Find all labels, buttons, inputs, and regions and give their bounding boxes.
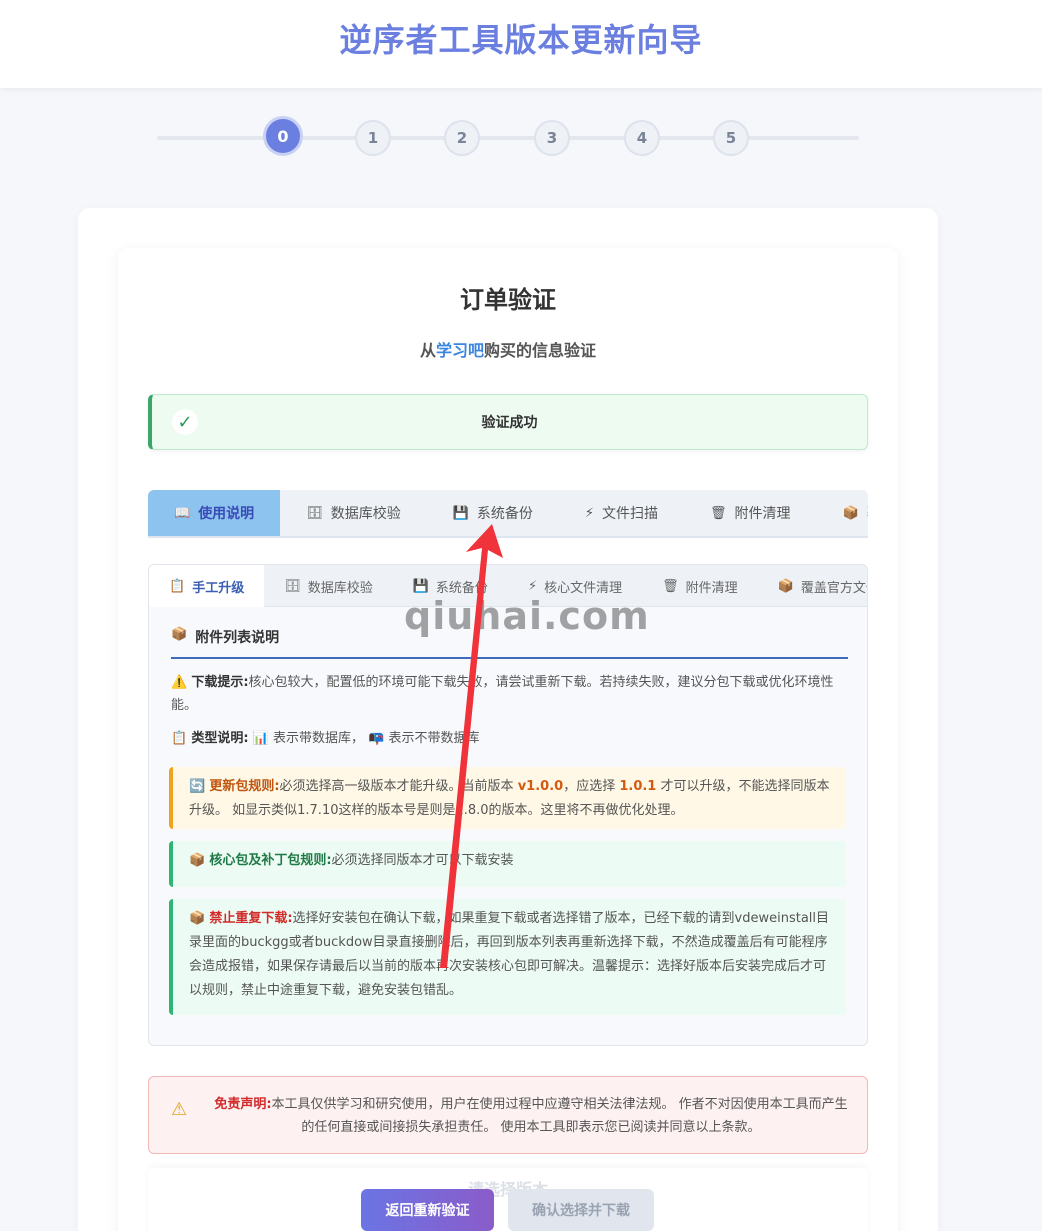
core-rule-text: 必须选择同版本才可以下载安装 — [331, 853, 514, 868]
tab-system-backup[interactable]: 💾 系统备份 — [427, 490, 559, 536]
subtitle-suffix: 购买的信息验证 — [484, 341, 597, 360]
clipboard-icon: 📋 — [169, 578, 186, 594]
back-reverify-button[interactable]: 返回重新验证 — [361, 1189, 494, 1231]
subtab-label: 核心文件清理 — [544, 580, 623, 596]
target-version: 1.0.1 — [619, 779, 657, 794]
tab-db-check[interactable]: 🗄 数据库校验 — [280, 490, 427, 536]
card-subtitle: 从学习吧购买的信息验证 — [118, 337, 898, 361]
tab-file-scan[interactable]: ⚡ 文件扫描 — [559, 490, 684, 536]
subtab-label: 手工升级 — [192, 580, 245, 596]
check-icon: ✓ — [172, 409, 198, 435]
step-5[interactable]: 5 — [713, 120, 749, 156]
step-2[interactable]: 2 — [444, 120, 480, 156]
disclaimer-text: 免责声明:本工具仅供学习和研究使用，用户在使用过程中应遵守相关法律法规。 作者不… — [211, 1093, 851, 1139]
type-legend: 📋 类型说明: 📊 表示带数据库， 📭 表示不带数据库 — [171, 727, 851, 750]
update-rule-text: 必须选择高一级版本才能升级。当前版本 — [279, 779, 514, 794]
success-text: 验证成功 — [481, 415, 538, 431]
floppy-icon: 💾 — [452, 505, 469, 521]
step-3[interactable]: 3 — [534, 120, 570, 156]
repeat-download-note: 📦 禁止重复下载:选择好安装包在确认下载，如果重复下载或者选择错了版本，已经下载… — [169, 899, 846, 1015]
update-rule-text: ，应选择 — [563, 779, 616, 794]
type-key: 类型说明: — [191, 731, 249, 746]
trash-icon: 🗑 — [662, 578, 679, 594]
tab-label: 文件扫描 — [602, 506, 659, 522]
subtab-manual-upgrade[interactable]: 📋 手工升级 — [149, 565, 265, 607]
confirm-download-button[interactable]: 确认选择并下载 — [508, 1189, 654, 1231]
warning-icon: ⚠️ — [171, 675, 188, 690]
subtitle-prefix: 从 — [419, 341, 436, 360]
subtab-label: 数据库校验 — [307, 580, 373, 596]
subtab-label: 附件清理 — [685, 580, 738, 596]
tab-label: 覆盖 — [867, 503, 868, 523]
package-icon: 📦 — [171, 627, 188, 642]
database-icon: 🗄 — [284, 578, 301, 594]
repeat-key: 禁止重复下载: — [209, 911, 293, 926]
update-rule-key: 更新包规则: — [209, 779, 280, 794]
tab-attachment-cleanup[interactable]: 🗑 附件清理 — [684, 490, 817, 536]
tab-usage[interactable]: 📖 使用说明 — [148, 490, 281, 536]
step-4[interactable]: 4 — [624, 120, 660, 156]
disclaimer-body: 本工具仅供学习和研究使用，用户在使用过程中应遵守相关法律法规。 作者不对因使用本… — [271, 1097, 848, 1135]
mailbox-icon: 📭 — [368, 731, 385, 746]
subtab-label: 覆盖官方文件 — [800, 580, 867, 596]
watermark: qiuhai.com — [404, 594, 650, 638]
tab-label: 系统备份 — [476, 506, 533, 522]
type-db-text: 表示带数据库， — [273, 731, 365, 746]
floppy-icon: 💾 — [412, 578, 429, 594]
warning-icon: ⚠ — [171, 1099, 188, 1120]
subtab-overwrite-official[interactable]: 📦 覆盖官方文件 — [758, 565, 867, 607]
subtitle-highlight: 学习吧 — [435, 341, 484, 360]
download-tip-text: 核心包较大，配置低的环境可能下载失败，请尝试重新下载。若持续失败，建议分包下载或… — [171, 675, 834, 713]
subtab-label: 系统备份 — [435, 580, 488, 596]
lightning-icon: ⚡ — [584, 505, 595, 521]
tab-label: 附件清理 — [734, 506, 791, 522]
package-icon: 📦 — [189, 853, 206, 868]
success-banner: ✓ 验证成功 — [148, 394, 868, 450]
database-icon: 🗄 — [306, 505, 323, 521]
package-icon: 📦 — [189, 911, 206, 926]
section-title: 附件列表说明 — [195, 630, 280, 646]
tab-label: 使用说明 — [198, 506, 255, 522]
main-tabs: 📖 使用说明 🗄 数据库校验 💾 系统备份 ⚡ 文件扫描 🗑 附件清理 📦 覆盖 — [148, 490, 868, 538]
disclaimer-box: ⚠ 免责声明:本工具仅供学习和研究使用，用户在使用过程中应遵守相关法律法规。 作… — [148, 1076, 868, 1154]
step-1[interactable]: 1 — [355, 120, 391, 156]
type-nodb-text: 表示不带数据库 — [388, 731, 480, 746]
trash-icon: 🗑 — [710, 505, 727, 521]
refresh-icon: 🔄 — [189, 779, 206, 794]
tab-label: 数据库校验 — [330, 506, 401, 522]
package-icon: 📦 — [842, 505, 859, 521]
download-tip: ⚠️ 下载提示:核心包较大，配置低的环境可能下载失败，请尝试重新下载。若持续失败… — [171, 671, 851, 717]
card-title: 订单验证 — [460, 286, 556, 314]
step-0[interactable]: 0 — [263, 116, 303, 156]
page-title: 逆序者工具版本更新向导 — [339, 21, 703, 59]
step-indicator: 0 1 2 3 4 5 — [157, 116, 859, 160]
clipboard-icon: 📋 — [171, 731, 188, 746]
disclaimer-key: 免责声明: — [214, 1097, 272, 1112]
app-header: 逆序者工具版本更新向导 — [0, 0, 1042, 88]
tab-overwrite[interactable]: 📦 覆盖 — [817, 490, 868, 536]
current-version: v1.0.0 — [517, 779, 564, 794]
package-icon: 📦 — [777, 578, 794, 594]
lightning-icon: ⚡ — [527, 578, 538, 594]
core-rule-note: 📦 核心包及补丁包规则:必须选择同版本才可以下载安装 — [169, 841, 846, 887]
subtab-db-check[interactable]: 🗄 数据库校验 — [264, 565, 393, 607]
update-rule-note: 🔄 更新包规则:必须选择高一级版本才能升级。当前版本 v1.0.0，应选择 1.… — [169, 767, 846, 829]
book-icon: 📖 — [174, 505, 191, 521]
core-rule-key: 核心包及补丁包规则: — [209, 853, 332, 868]
subtab-attachment-cleanup[interactable]: 🗑 附件清理 — [642, 565, 758, 607]
download-tip-key: 下载提示: — [191, 675, 249, 690]
chart-icon: 📊 — [252, 731, 269, 746]
